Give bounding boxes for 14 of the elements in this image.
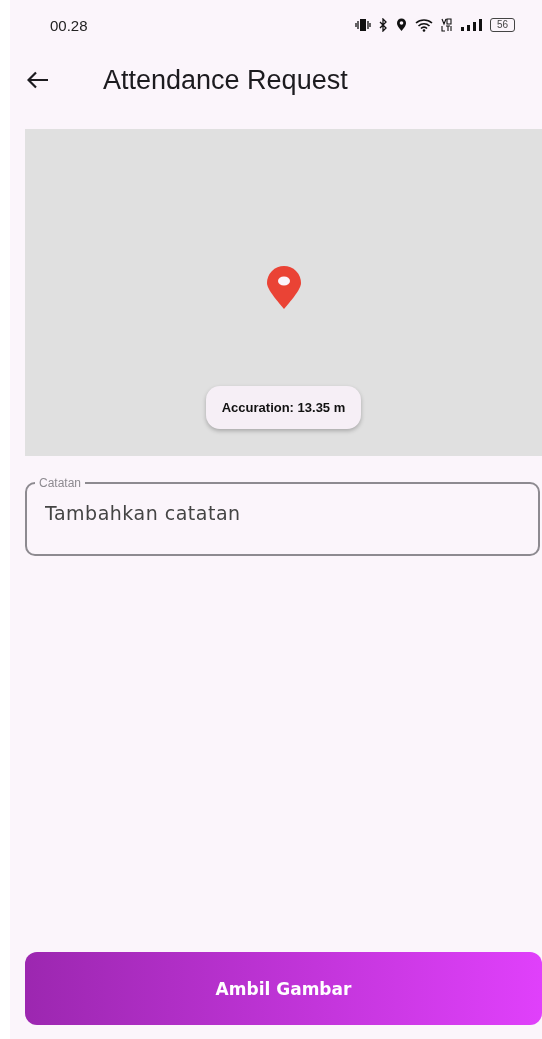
field-label: Catatan: [38, 476, 83, 490]
bluetooth-icon: [378, 18, 388, 32]
status-time: 00.28: [50, 16, 88, 34]
note-field[interactable]: Catatan Tambahkan catatan: [25, 476, 540, 556]
note-input[interactable]: Tambahkan catatan: [27, 502, 538, 524]
wifi-icon: [414, 18, 433, 32]
take-picture-button[interactable]: Ambil Gambar: [25, 952, 542, 1025]
location-icon: [395, 18, 407, 32]
accuracy-label: Accuration: 13.35 m: [205, 386, 362, 429]
vibrate-icon: [354, 18, 371, 32]
battery-level: 56: [489, 18, 515, 32]
signal-icon: [459, 18, 482, 32]
page-title: Attendance Request: [103, 64, 348, 96]
map-pin-icon: [265, 266, 302, 310]
